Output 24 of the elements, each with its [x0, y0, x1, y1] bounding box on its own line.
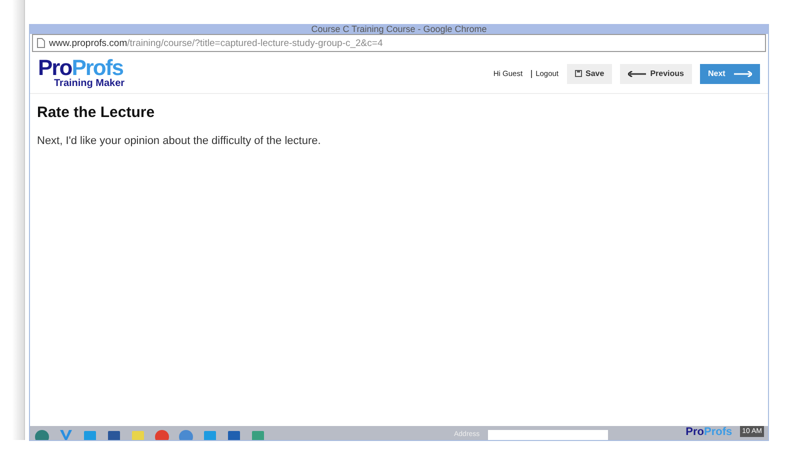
- proprofs-badge[interactable]: ProProfs: [686, 426, 732, 438]
- logo-text[interactable]: ProProfs: [38, 58, 123, 78]
- window-title: Course C Training Course - Google Chrome: [311, 25, 487, 34]
- letter-shape-icon[interactable]: [58, 428, 74, 440]
- square-app-icon[interactable]: [82, 428, 98, 440]
- instruction-text: Next, I'd like your opinion about the difficulty of the lecture.: [37, 135, 322, 147]
- circle-app-icon[interactable]: [34, 428, 50, 440]
- save-icon: [574, 70, 582, 77]
- circle-app-icon[interactable]: [178, 428, 194, 440]
- previous-button[interactable]: Previous: [620, 64, 692, 84]
- page-heading: Rate the Lecture: [37, 104, 156, 121]
- right-arrow-icon: [734, 70, 752, 76]
- logo-subtitle: Training Maker: [54, 78, 125, 89]
- address-bar[interactable]: www.proprofs.com/training/course/?title=captured-lecture-study-group-c_2&c=4: [32, 34, 766, 52]
- square-app-icon[interactable]: [106, 428, 122, 440]
- page-icon: [37, 38, 45, 48]
- url-text: www.proprofs.com/training/course/?title=captured-lecture-study-group-c_2&c=4: [49, 38, 383, 48]
- save-button[interactable]: Save: [566, 64, 612, 84]
- square-app-icon[interactable]: [202, 428, 218, 440]
- left-arrow-icon: [628, 70, 646, 76]
- circle-app-icon[interactable]: [154, 428, 170, 440]
- square-app-icon[interactable]: [226, 428, 242, 440]
- address-field[interactable]: [488, 430, 608, 440]
- square-app-icon[interactable]: [250, 428, 266, 440]
